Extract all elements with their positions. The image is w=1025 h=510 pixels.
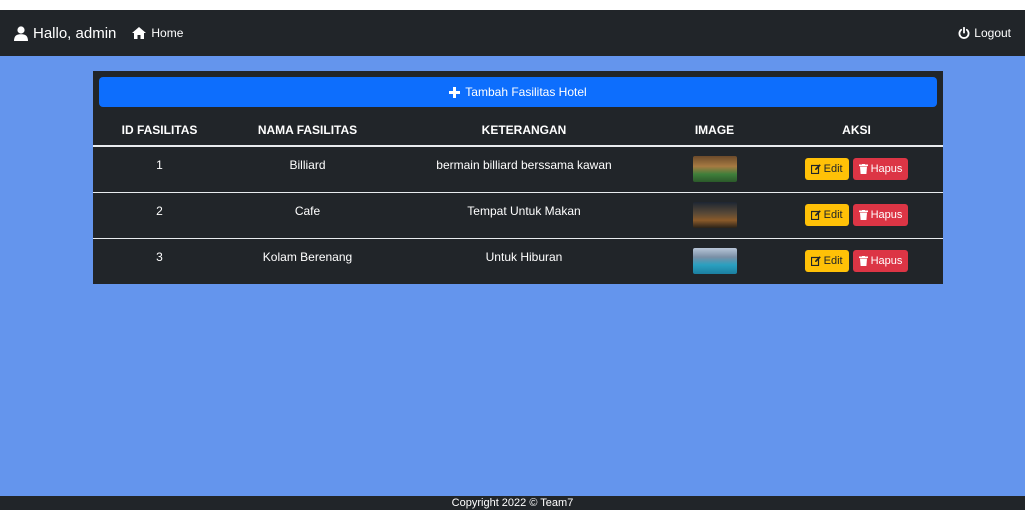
- header-image: IMAGE: [659, 114, 770, 147]
- cell-description: bermain billiard berssama kawan: [389, 146, 659, 193]
- edit-button[interactable]: Edit: [804, 250, 849, 273]
- cafe-photo: [692, 202, 737, 228]
- top-strip: [0, 0, 1025, 10]
- cell-name: Billiard: [226, 146, 389, 193]
- header-name: NAMA FASILITAS: [226, 114, 389, 147]
- add-facility-button[interactable]: Tambah Fasilitas Hotel: [99, 77, 937, 107]
- cell-description: Tempat Untuk Makan: [389, 192, 659, 239]
- footer-copyright: Copyright 2022 © Team7: [451, 497, 574, 509]
- navbar: Hallo, admin Home Logout: [0, 10, 1025, 56]
- trash-icon: [858, 210, 868, 220]
- edit-icon: [810, 164, 821, 175]
- edit-label: Edit: [823, 209, 843, 221]
- delete-label: Hapus: [870, 163, 903, 176]
- home-link-label: Home: [151, 26, 184, 40]
- logout-link[interactable]: Logout: [958, 26, 1011, 40]
- logout-label: Logout: [974, 26, 1011, 40]
- facilities-table: ID FASILITAS NAMA FASILITAS KETERANGAN I…: [93, 114, 943, 284]
- user-icon: [14, 25, 28, 41]
- cell-name: Kolam Berenang: [262, 249, 353, 264]
- cell-image: [659, 238, 770, 284]
- trash-icon: [858, 256, 868, 267]
- add-facility-label: Tambah Fasilitas Hotel: [465, 85, 587, 99]
- home-icon: [132, 27, 147, 39]
- home-link[interactable]: Home: [132, 26, 183, 40]
- plus-icon: [449, 86, 461, 98]
- edit-label: Edit: [823, 255, 843, 268]
- delete-button[interactable]: Hapus: [852, 204, 909, 226]
- power-icon: [958, 27, 970, 39]
- greeting-text: Hallo, admin: [33, 24, 117, 42]
- edit-button[interactable]: Edit: [804, 204, 849, 226]
- header-actions: AKSI: [770, 114, 943, 147]
- table-row: 1 Billiard bermain billiard berssama kaw…: [93, 146, 943, 193]
- header-id: ID FASILITAS: [93, 114, 226, 147]
- trash-icon: [858, 164, 868, 175]
- table-header-row: ID FASILITAS NAMA FASILITAS KETERANGAN I…: [93, 114, 943, 147]
- cell-image: [659, 192, 770, 239]
- cell-id: 2: [93, 192, 226, 239]
- delete-button[interactable]: Hapus: [852, 158, 909, 181]
- cell-id: 3: [156, 249, 163, 264]
- delete-label: Hapus: [870, 255, 903, 268]
- cell-actions: Edit Hapus: [770, 192, 943, 239]
- facilities-panel: Tambah Fasilitas Hotel ID FASILITAS NAMA…: [93, 71, 943, 284]
- cell-description: Untuk Hiburan: [485, 249, 563, 264]
- table-row: 3 Kolam Berenang Untuk Hiburan Edit Hapu…: [93, 238, 943, 284]
- table-row: 2 Cafe Tempat Untuk Makan Edit Hapus: [93, 192, 943, 239]
- delete-label: Hapus: [870, 209, 903, 221]
- cell-image: [659, 146, 770, 193]
- edit-label: Edit: [823, 163, 843, 176]
- billiard-photo: [692, 156, 737, 183]
- cell-actions: Edit Hapus: [770, 238, 943, 284]
- pool-photo: [692, 248, 737, 275]
- delete-button[interactable]: Hapus: [852, 250, 909, 273]
- edit-icon: [810, 256, 821, 267]
- cell-actions: Edit Hapus: [770, 146, 943, 193]
- greeting: Hallo, admin: [14, 25, 116, 42]
- cell-name: Cafe: [226, 192, 389, 239]
- header-description: KETERANGAN: [389, 114, 659, 147]
- cell-id: 1: [93, 146, 226, 193]
- footer: Copyright 2022 © Team7: [0, 496, 1025, 510]
- edit-button[interactable]: Edit: [804, 158, 849, 181]
- edit-icon: [810, 210, 821, 220]
